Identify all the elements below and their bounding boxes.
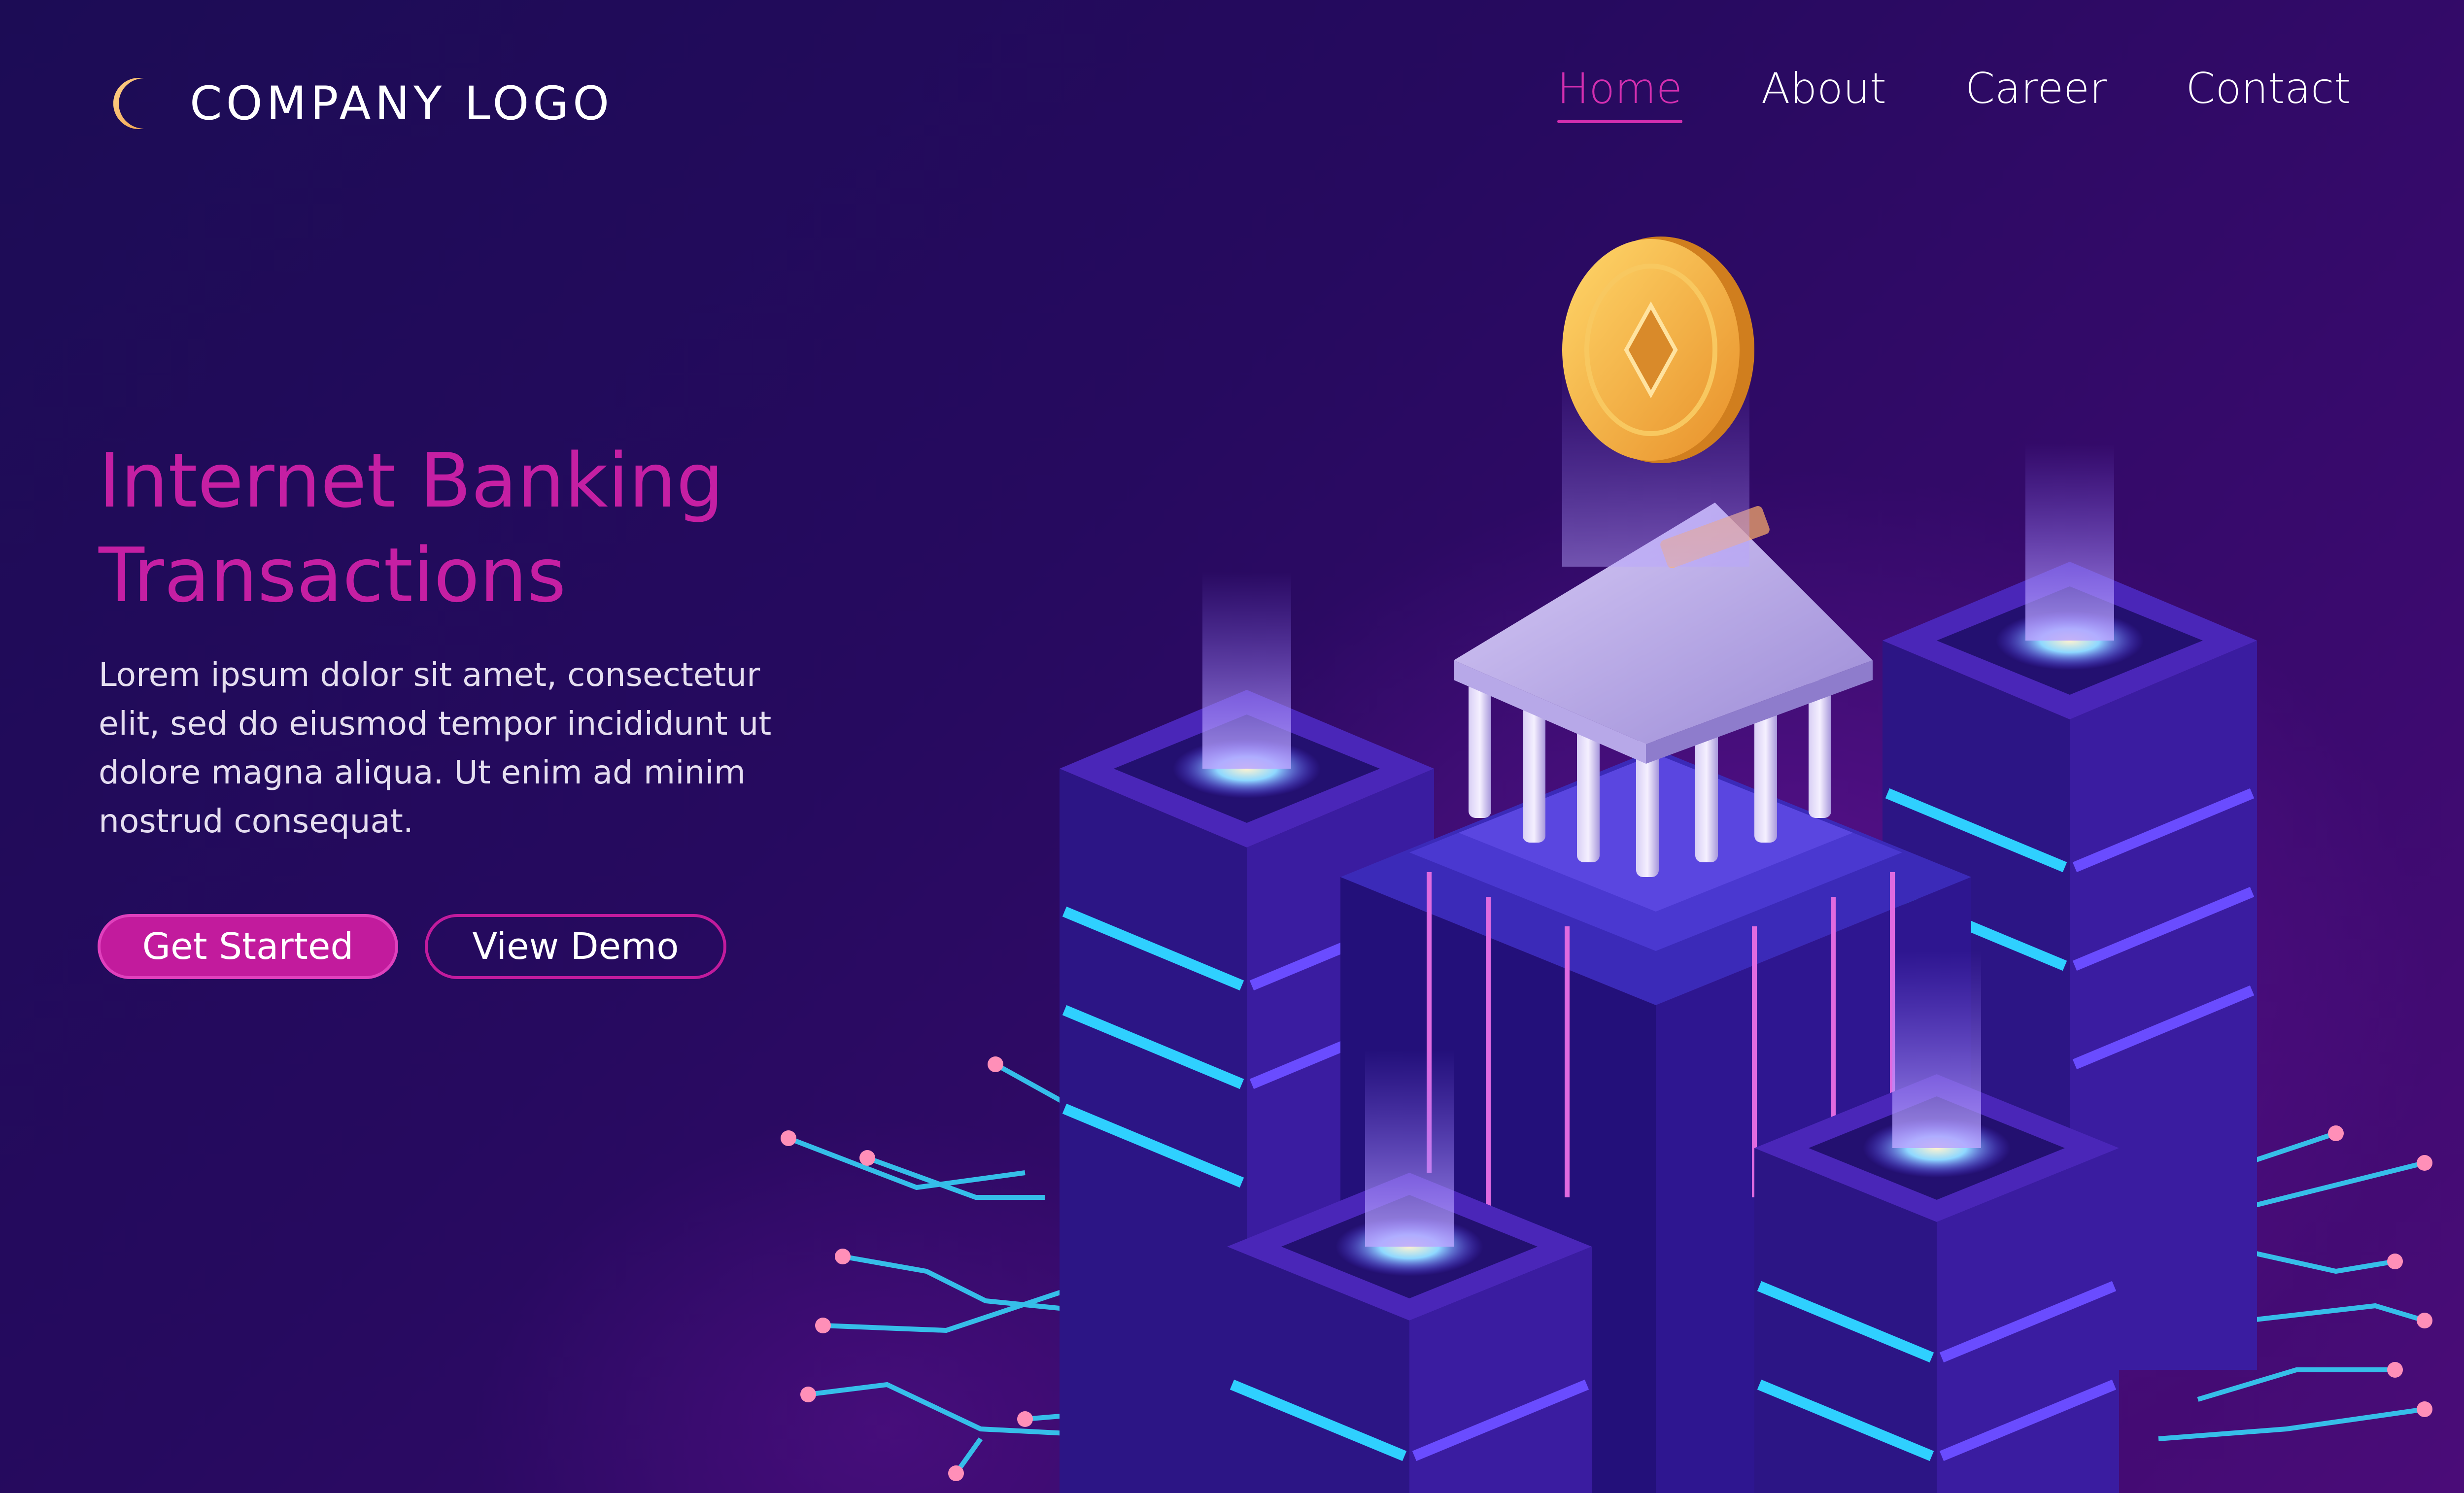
bank-server-illustration [781, 237, 2432, 1493]
view-demo-button[interactable]: View Demo [425, 914, 726, 979]
company-logo[interactable]: COMPANY LOGO [113, 69, 613, 138]
nav-about-link[interactable]: About [1761, 64, 1886, 123]
nav-career-link[interactable]: Career [1965, 64, 2107, 123]
logo-text: COMPANY LOGO [190, 76, 614, 131]
main-navigation: Home About Career Contact [1557, 64, 2351, 123]
nav-contact-link[interactable]: Contact [2186, 64, 2351, 123]
crescent-moon-icon [113, 78, 144, 129]
hero-description: Lorem ipsum dolor sit amet, consectetur … [99, 656, 772, 840]
gold-coin-icon [1562, 237, 1754, 567]
nav-home-link[interactable]: Home [1557, 64, 1682, 123]
get-started-button[interactable]: Get Started [98, 914, 398, 979]
